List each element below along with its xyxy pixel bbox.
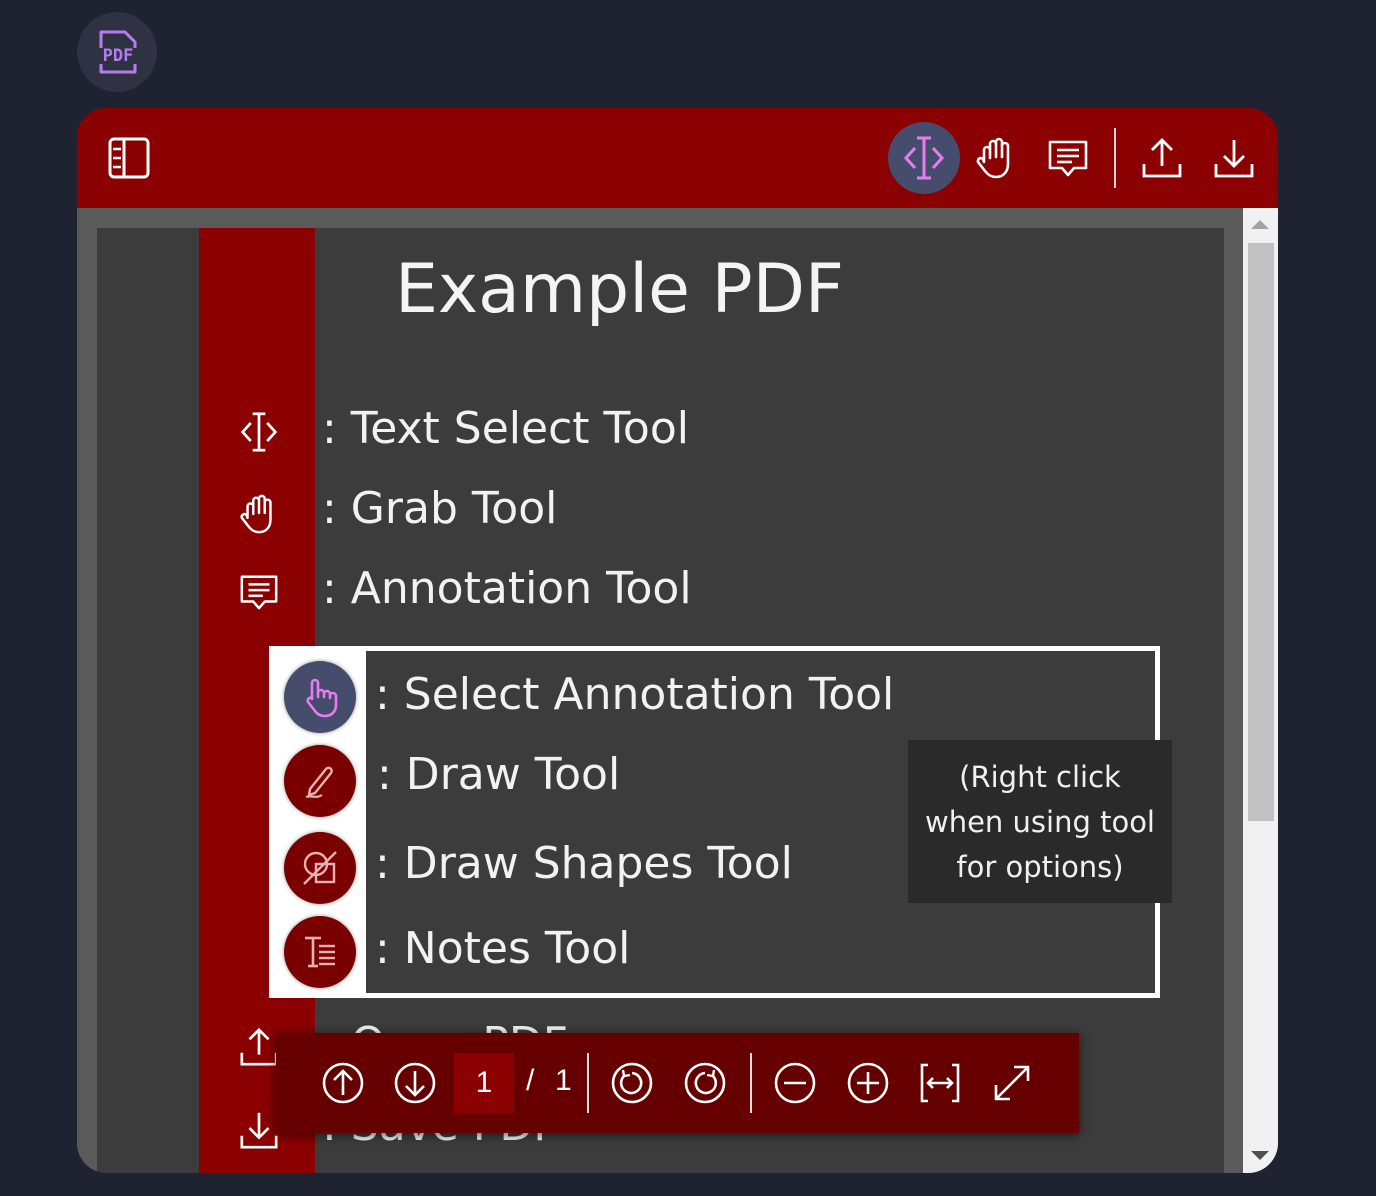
arrow-down-circle-icon: [394, 1062, 436, 1104]
svg-text:PDF: PDF: [103, 46, 134, 66]
document-title: Example PDF: [394, 250, 845, 329]
upload-icon: [1142, 138, 1182, 178]
annotation-tools-column: [274, 651, 366, 993]
draw-shapes-button: [284, 832, 356, 904]
right-click-hint: (Right click when using tool for options…: [908, 740, 1172, 903]
pdf-file-icon: PDF: [99, 30, 137, 74]
arrow-up-circle-icon: [322, 1062, 364, 1104]
notes-icon: [305, 936, 335, 968]
pointer-hand-icon: [306, 678, 338, 718]
text-cursor-icon: [903, 136, 945, 180]
rotate-cw-icon: [684, 1062, 726, 1104]
scroll-thumb[interactable]: [1248, 243, 1274, 821]
nav-separator: [587, 1053, 589, 1113]
page-navigation-bar: 1 / 1: [276, 1033, 1079, 1133]
save-pdf-button[interactable]: [1198, 122, 1270, 194]
nav-separator: [750, 1053, 752, 1113]
next-page-button[interactable]: [390, 1058, 440, 1108]
top-toolbar: [77, 108, 1278, 208]
draw-tool-label: : Draw Tool: [377, 749, 621, 800]
minus-circle-icon: [774, 1062, 816, 1104]
plus-circle-icon: [847, 1062, 889, 1104]
rotate-ccw-icon: [611, 1062, 653, 1104]
rotate-right-button[interactable]: [680, 1058, 730, 1108]
fullscreen-button[interactable]: [987, 1058, 1037, 1108]
page-separator: /: [526, 1064, 535, 1097]
pencil-icon: [305, 766, 333, 799]
download-icon: [240, 1112, 278, 1149]
shapes-icon: [303, 851, 337, 885]
pdf-app-icon[interactable]: PDF: [77, 12, 157, 92]
sidebar-toggle-button[interactable]: [93, 122, 165, 194]
annotation-row-icon: [235, 568, 283, 616]
rotate-left-button[interactable]: [607, 1058, 657, 1108]
zoom-in-button[interactable]: [843, 1058, 893, 1108]
comment-icon: [1048, 140, 1088, 177]
notes-tool-button: [284, 916, 356, 988]
annotation-row-label: : Annotation Tool: [322, 563, 692, 614]
fit-width-icon: [920, 1063, 960, 1103]
grab-tool-button[interactable]: [960, 122, 1032, 194]
scroll-down-arrow-icon[interactable]: [1251, 1151, 1269, 1160]
draw-tool-button: [284, 745, 356, 817]
vertical-scrollbar[interactable]: [1243, 208, 1278, 1173]
grab-row-icon: [235, 490, 283, 538]
download-icon: [1214, 140, 1254, 178]
total-pages: 1: [555, 1064, 572, 1097]
annotation-tool-button[interactable]: [1032, 122, 1104, 194]
draw-shapes-label: : Draw Shapes Tool: [375, 838, 793, 889]
select-annotation-label: : Select Annotation Tool: [375, 669, 895, 720]
toolbar-separator: [1114, 128, 1116, 188]
sidebar-icon: [108, 137, 150, 179]
hand-icon: [240, 494, 272, 534]
text-select-row-label: : Text Select Tool: [322, 403, 689, 454]
previous-page-button[interactable]: [318, 1058, 368, 1108]
text-select-tool-button[interactable]: [888, 122, 960, 194]
hint-line-2: when using tool: [924, 805, 1155, 839]
expand-icon: [994, 1065, 1030, 1101]
scroll-up-arrow-icon[interactable]: [1251, 220, 1269, 229]
hint-line-1: (Right click: [959, 760, 1121, 794]
notes-tool-label: : Notes Tool: [375, 923, 631, 974]
comment-icon: [240, 575, 278, 610]
document-viewport[interactable]: Example PDF : Text Select Tool : Grab To…: [77, 208, 1243, 1173]
page-number-input[interactable]: 1: [454, 1053, 514, 1113]
hand-icon: [976, 137, 1010, 179]
zoom-out-button[interactable]: [770, 1058, 820, 1108]
upload-icon: [240, 1027, 278, 1066]
text-cursor-icon: [240, 412, 278, 452]
open-pdf-button[interactable]: [1126, 122, 1198, 194]
pdf-page: Example PDF : Text Select Tool : Grab To…: [97, 228, 1224, 1173]
hint-line-3: for options): [956, 850, 1124, 884]
select-annotation-button: [284, 661, 356, 733]
fit-width-button[interactable]: [915, 1058, 965, 1108]
pdf-viewer: Example PDF : Text Select Tool : Grab To…: [77, 108, 1278, 1173]
text-select-row-icon: [235, 408, 283, 456]
grab-row-label: : Grab Tool: [322, 483, 558, 534]
